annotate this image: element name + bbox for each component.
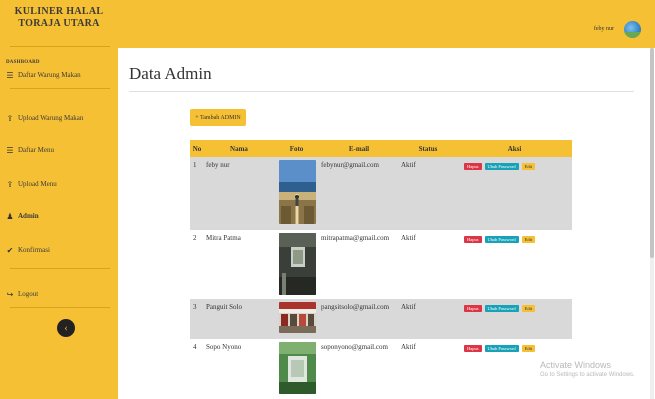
cell-nama: Panguit Solo xyxy=(204,299,274,339)
edit-button[interactable]: Edit xyxy=(521,236,536,243)
sidebar-item-label: Admin xyxy=(18,212,39,220)
column-header-aksi: Aksi xyxy=(457,140,572,157)
sidebar-divider xyxy=(10,307,110,308)
avatar-icon[interactable] xyxy=(624,21,641,38)
admin-photo xyxy=(279,302,316,333)
logout-icon: ↪ xyxy=(6,289,14,299)
cell-status: Aktif xyxy=(399,299,457,339)
delete-button[interactable]: Hapus xyxy=(464,345,482,352)
sidebar-divider xyxy=(10,88,110,89)
sidebar-divider xyxy=(10,46,110,47)
watermark-subtitle: Go to Settings to activate Windows. xyxy=(540,372,635,378)
sidebar-item-konfirmasi[interactable]: ✔ Konfirmasi xyxy=(6,244,114,256)
admin-table: No Nama Foto E-mail Status Aksi 1 feby n… xyxy=(190,140,572,399)
cell-foto xyxy=(274,339,319,399)
user-icon: ♟ xyxy=(6,211,14,221)
edit-button[interactable]: Edit xyxy=(521,345,536,352)
cell-no: 2 xyxy=(190,230,204,299)
column-header-foto: Foto xyxy=(274,140,319,157)
cell-foto xyxy=(274,230,319,299)
admin-photo xyxy=(279,233,316,295)
table-row: 3 Panguit Solo pangsitsolo@gmail.com Akt… xyxy=(190,299,572,339)
add-admin-button[interactable]: + Tambah ADMIN xyxy=(190,109,246,126)
brand-logo[interactable]: KULINER HALAL TORAJA UTARA xyxy=(0,6,118,30)
cell-foto xyxy=(274,157,319,230)
topbar: feby nur xyxy=(118,0,655,48)
list-icon: ☰ xyxy=(6,70,14,80)
cell-status: Aktif xyxy=(399,230,457,299)
edit-button[interactable]: Edit xyxy=(521,305,536,312)
cell-no: 1 xyxy=(190,157,204,230)
table-row: 1 feby nur febynur@gmail.com Aktif Hapus… xyxy=(190,157,572,230)
sidebar-heading: DASHBOARD xyxy=(6,60,40,65)
delete-button[interactable]: Hapus xyxy=(464,236,482,243)
edit-button[interactable]: Edit xyxy=(521,163,536,170)
upload-icon: ⇪ xyxy=(6,113,14,123)
change-password-button[interactable]: Ubah Password xyxy=(484,236,519,243)
brand-line-2: TORAJA UTARA xyxy=(18,18,100,29)
cell-aksi: Hapus Ubah Password Edit xyxy=(457,157,572,230)
cell-aksi: Hapus Ubah Password Edit xyxy=(457,299,572,339)
watermark-title: Activate Windows xyxy=(540,360,612,370)
cell-aksi: Hapus Ubah Password Edit xyxy=(457,230,572,299)
sidebar-item-upload-warung-makan[interactable]: ⇪ Upload Warung Makan xyxy=(6,112,114,124)
change-password-button[interactable]: Ubah Password xyxy=(484,163,519,170)
sidebar-item-admin[interactable]: ♟ Admin xyxy=(6,210,114,222)
user-name[interactable]: feby nur xyxy=(594,26,614,32)
cell-email: soponyono@gmail.com xyxy=(319,339,399,399)
sidebar-toggle-button[interactable]: ‹ xyxy=(57,319,75,337)
scrollbar-thumb[interactable] xyxy=(650,48,654,258)
upload-icon: ⇪ xyxy=(6,179,14,189)
cell-no: 4 xyxy=(190,339,204,399)
sidebar-item-daftar-warung-makan[interactable]: ☰ Daftar Warung Makan xyxy=(6,69,114,81)
column-header-no: No xyxy=(190,140,204,157)
change-password-button[interactable]: Ubah Password xyxy=(484,345,519,352)
cell-email: pangsitsolo@gmail.com xyxy=(319,299,399,339)
cell-email: mitrapatma@gmail.com xyxy=(319,230,399,299)
column-header-email: E-mail xyxy=(319,140,399,157)
sidebar: KULINER HALAL TORAJA UTARA DASHBOARD ☰ D… xyxy=(0,0,118,399)
delete-button[interactable]: Hapus xyxy=(464,305,482,312)
admin-photo xyxy=(279,342,316,394)
table-row: 2 Mitra Patma mitrapatma@gmail.com Aktif… xyxy=(190,230,572,299)
sidebar-item-daftar-menu[interactable]: ☰ Daftar Menu xyxy=(6,144,114,156)
cell-email: febynur@gmail.com xyxy=(319,157,399,230)
activate-windows-watermark: Activate Windows Go to Settings to activ… xyxy=(540,360,635,378)
sidebar-item-label: Upload Menu xyxy=(18,180,57,188)
page-title: Data Admin xyxy=(129,64,212,83)
cell-nama: Sopo Nyono xyxy=(204,339,274,399)
chevron-left-icon: ‹ xyxy=(64,322,68,334)
sidebar-item-label: Upload Warung Makan xyxy=(18,114,84,122)
sidebar-item-logout[interactable]: ↪ Logout xyxy=(6,288,114,300)
title-divider xyxy=(129,91,634,92)
sidebar-item-label: Konfirmasi xyxy=(18,246,50,254)
cell-nama: feby nur xyxy=(204,157,274,230)
cell-nama: Mitra Patma xyxy=(204,230,274,299)
cell-status: Aktif xyxy=(399,339,457,399)
table-row: 4 Sopo Nyono soponyono@gmail.com Aktif H… xyxy=(190,339,572,399)
sidebar-divider xyxy=(10,268,110,269)
cell-foto xyxy=(274,299,319,339)
admin-photo xyxy=(279,160,316,224)
brand-line-1: KULINER HALAL xyxy=(14,6,104,17)
column-header-status: Status xyxy=(399,140,457,157)
list-icon: ☰ xyxy=(6,145,14,155)
cell-status: Aktif xyxy=(399,157,457,230)
delete-button[interactable]: Hapus xyxy=(464,163,482,170)
page-scrollbar[interactable] xyxy=(650,48,654,399)
sidebar-item-label: Daftar Menu xyxy=(18,146,54,154)
sidebar-item-label: Logout xyxy=(18,290,39,298)
sidebar-item-label: Daftar Warung Makan xyxy=(18,71,81,79)
column-header-nama: Nama xyxy=(204,140,274,157)
check-icon: ✔ xyxy=(6,245,14,255)
table-header-row: No Nama Foto E-mail Status Aksi xyxy=(190,140,572,157)
change-password-button[interactable]: Ubah Password xyxy=(484,305,519,312)
cell-no: 3 xyxy=(190,299,204,339)
sidebar-item-upload-menu[interactable]: ⇪ Upload Menu xyxy=(6,178,114,190)
